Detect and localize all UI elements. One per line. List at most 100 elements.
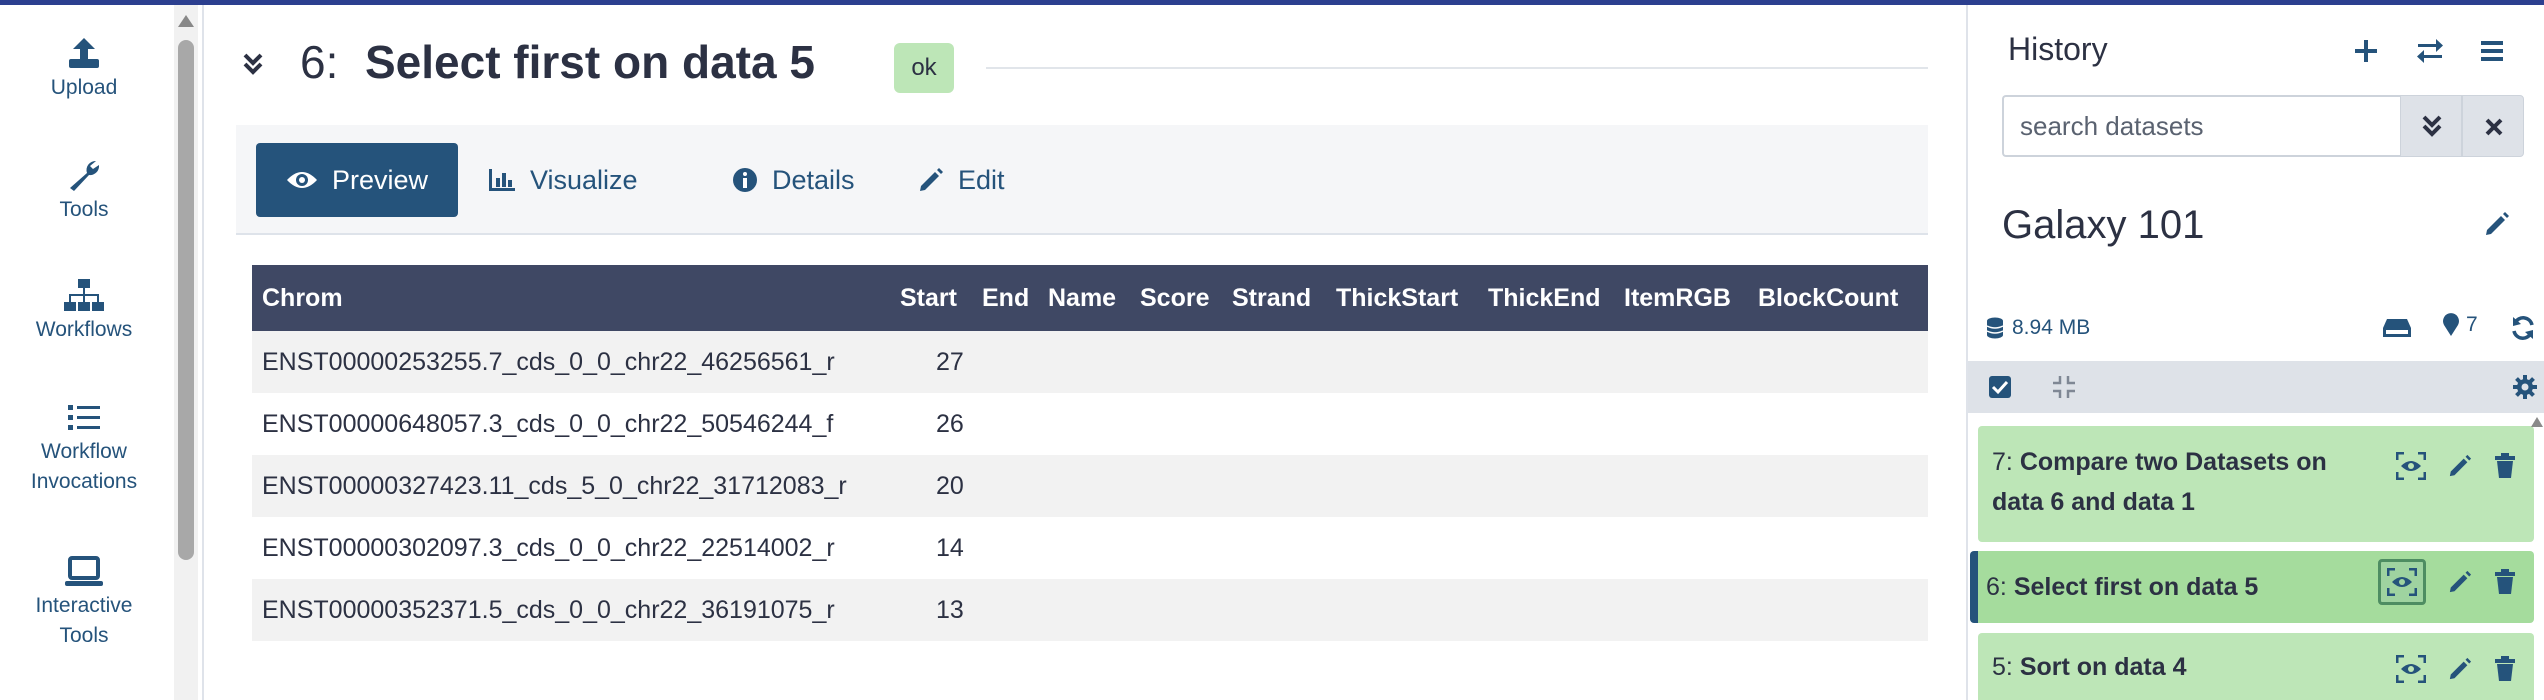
table-row: ENST00000327423.11_cds_5_0_chr22_3171208… — [252, 455, 1928, 517]
tab-visualize[interactable]: Visualize — [488, 143, 638, 217]
chevron-double-down-icon[interactable] — [242, 52, 264, 76]
tab-edit[interactable]: Edit — [918, 143, 1005, 217]
table-row: ENST00000302097.3_cds_0_0_chr22_22514002… — [252, 517, 1928, 579]
history-tags[interactable]: 7 — [2442, 313, 2478, 337]
upload-icon — [69, 38, 99, 68]
trash-icon[interactable] — [2494, 569, 2516, 595]
display-button-active[interactable] — [2378, 559, 2426, 605]
history-scroll-up-icon[interactable] — [2530, 415, 2544, 435]
history-item-title-line2: data 6 and data 1 — [1992, 482, 2195, 522]
activity-interactive-tools-label-2: Tools — [59, 624, 109, 647]
plus-icon[interactable] — [2354, 39, 2378, 63]
history-item-hid: 7: — [1992, 448, 2013, 476]
eye-scan-icon[interactable] — [2396, 452, 2426, 480]
eye-scan-icon — [2387, 568, 2417, 596]
activity-workflow-invocations-label-2: Invocations — [30, 470, 138, 493]
history-item-name-continued: data 6 and data 1 — [1992, 488, 2195, 516]
history-item-actions — [2396, 452, 2516, 480]
refresh-icon[interactable] — [2510, 315, 2536, 341]
column-header: Score — [1140, 284, 1210, 312]
chevron-double-down-icon — [2422, 115, 2442, 137]
dataset-number: 6: — [300, 36, 339, 88]
history-tag-count: 7 — [2466, 313, 2478, 336]
advanced-search-button[interactable] — [2400, 95, 2462, 157]
tab-edit-label: Edit — [958, 164, 1005, 195]
checkbox-select-icon[interactable] — [1988, 375, 2012, 399]
cell-chrom: ENST00000648057.3_cds_0_0_chr22_50546244… — [262, 410, 834, 438]
activity-upload-label: Upload — [50, 76, 118, 99]
eye-icon — [287, 172, 317, 188]
pencil-icon[interactable] — [2484, 211, 2510, 237]
history-item-title: 6: Select first on data 5 — [1986, 567, 2258, 607]
tab-preview-label: Preview — [332, 164, 429, 195]
activity-workflow-invocations[interactable]: Workflow Invocations — [0, 399, 168, 499]
column-header: ThickStart — [1336, 284, 1459, 312]
tab-preview[interactable]: Preview — [256, 143, 459, 217]
column-header: End — [982, 284, 1030, 312]
scroll-up-arrow-icon[interactable] — [178, 15, 194, 27]
cell-start: 20 — [936, 472, 964, 500]
cell-chrom: ENST00000327423.11_cds_5_0_chr22_3171208… — [262, 472, 847, 500]
column-header: Strand — [1232, 284, 1312, 312]
history-item-actions — [2378, 559, 2516, 605]
tab-visualize-label: Visualize — [530, 164, 638, 195]
column-header: ThickEnd — [1488, 284, 1601, 312]
list-icon — [68, 405, 100, 430]
table-header: Chrom Start End Name Score Strand ThickS… — [252, 265, 1928, 331]
title-divider — [986, 67, 1928, 69]
history-item-title: 5: Sort on data 4 — [1992, 647, 2187, 687]
history-item-name: Sort on data 4 — [2019, 653, 2187, 681]
hard-drive-icon[interactable] — [2382, 318, 2412, 338]
sitemap-icon — [64, 279, 104, 311]
info-circle-icon — [733, 168, 757, 192]
pencil-icon[interactable] — [2448, 454, 2472, 478]
compress-icon[interactable] — [2052, 375, 2076, 399]
history-item[interactable]: 5: Sort on data 4 — [1978, 633, 2534, 700]
map-marker-icon — [2443, 313, 2459, 336]
history-size[interactable]: 8.94 MB — [1986, 316, 2090, 340]
activity-interactive-tools[interactable]: Interactive Tools — [0, 553, 168, 653]
trash-icon[interactable] — [2494, 453, 2516, 479]
column-header: ItemRGB — [1624, 284, 1731, 312]
close-icon — [2485, 118, 2503, 136]
activity-tools[interactable]: Tools — [0, 157, 168, 227]
switch-history-icon[interactable] — [2416, 39, 2444, 63]
history-name: Galaxy 101 — [2002, 203, 2205, 247]
activity-tools-label: Tools — [59, 198, 109, 221]
database-icon — [1986, 317, 2004, 339]
cell-chrom: ENST00000253255.7_cds_0_0_chr22_46256561… — [262, 348, 835, 376]
table-row: ENST00000352371.5_cds_0_0_chr22_36191075… — [252, 579, 1928, 641]
history-toolbar — [1968, 361, 2544, 413]
tab-details[interactable]: Details — [732, 143, 855, 217]
center-panel: 6: Select first on data 5 ok Preview Vis… — [204, 5, 1966, 700]
column-header: Name — [1048, 284, 1117, 312]
menu-icon[interactable] — [2480, 40, 2504, 62]
cell-start: 26 — [936, 410, 964, 438]
history-item-title: 7: Compare two Datasets on — [1992, 442, 2327, 482]
activity-workflows-label: Workflows — [35, 318, 133, 341]
table-row: ENST00000648057.3_cds_0_0_chr22_50546244… — [252, 393, 1928, 455]
history-item-hid: 6: — [1986, 573, 2007, 601]
cell-start: 27 — [936, 348, 964, 376]
search-datasets-input[interactable]: search datasets — [2002, 95, 2400, 157]
dataset-preview-table: Chrom Start End Name Score Strand ThickS… — [252, 265, 1928, 641]
activity-workflows[interactable]: Workflows — [0, 277, 168, 347]
activity-upload[interactable]: Upload — [0, 35, 168, 105]
trash-icon[interactable] — [2494, 656, 2516, 682]
gear-icon[interactable] — [2512, 374, 2538, 400]
column-header: Chrom — [262, 284, 343, 312]
cell-start: 14 — [936, 534, 964, 562]
pencil-icon[interactable] — [2448, 570, 2472, 594]
table-body: ENST00000253255.7_cds_0_0_chr22_46256561… — [252, 331, 1928, 641]
pencil-icon[interactable] — [2448, 657, 2472, 681]
activity-bar: Upload Tools Workflows Workflow Invocati… — [0, 5, 174, 700]
eye-scan-icon[interactable] — [2396, 655, 2426, 683]
activity-scrollbar[interactable] — [174, 5, 198, 700]
clear-search-button[interactable] — [2462, 95, 2524, 157]
history-item-current[interactable]: 6: Select first on data 5 — [1970, 551, 2534, 623]
activity-workflow-invocations-label-1: Workflow — [41, 440, 127, 463]
history-item[interactable]: 7: Compare two Datasets on data 6 and da… — [1978, 426, 2534, 542]
scrollbar-thumb[interactable] — [178, 40, 194, 560]
activity-interactive-tools-label-1: Interactive — [35, 594, 133, 617]
column-header: Start — [900, 284, 957, 312]
